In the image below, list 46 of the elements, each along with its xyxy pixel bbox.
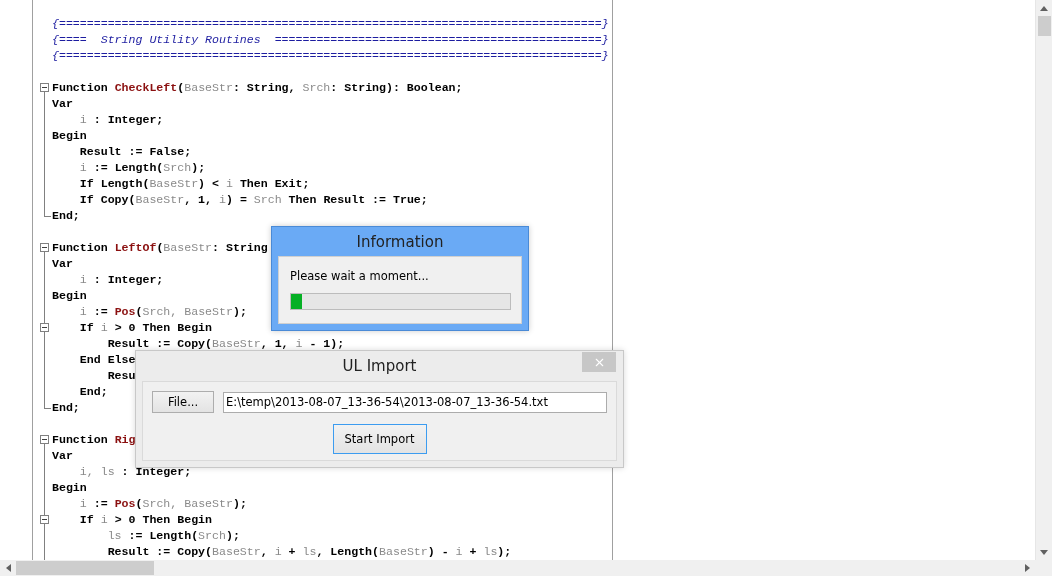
file-path-field[interactable]: E:\temp\2013-08-07_13-36-54\2013-08-07_13-36-54.txt	[223, 391, 607, 413]
code-line: i := Length(Srch);	[78, 160, 206, 176]
code-comment: {==============================================================================}	[52, 48, 609, 64]
code-line: End;	[52, 400, 80, 416]
code-line: Var	[52, 96, 73, 112]
code-comment: {==============================================================================}	[52, 16, 609, 32]
code-line: Var	[52, 448, 73, 464]
code-line: Function LeftOf(BaseStr: String	[52, 240, 268, 256]
code-line: If i > 0 Then Begin	[78, 320, 213, 336]
code-line: End Else	[78, 352, 136, 368]
code-line: i : Integer;	[78, 272, 164, 288]
vertical-scrollbar[interactable]	[1035, 0, 1052, 560]
code-line: Begin	[52, 128, 87, 144]
horizontal-scrollbar[interactable]	[0, 560, 1035, 576]
code-line: If Copy(BaseStr, 1, i) = Srch Then Result := True;	[78, 192, 428, 208]
code-line: i := Pos(Srch, BaseStr);	[78, 304, 247, 320]
code-line: Resu	[106, 368, 136, 384]
code-line: Result := False;	[78, 144, 192, 160]
dialog-title: UL Import	[342, 356, 417, 377]
start-import-button[interactable]: Start Import	[332, 424, 427, 454]
scroll-thumb[interactable]	[16, 561, 154, 575]
code-line: Result := Copy(BaseStr, 1, i - 1);	[106, 336, 345, 352]
code-line: i : Integer;	[78, 112, 164, 128]
code-line: Result := Copy(BaseStr, i + ls, Length(BaseStr) - i + ls);	[106, 544, 512, 560]
code-line: Function Rig	[52, 432, 136, 448]
code-line: If i > 0 Then Begin	[78, 512, 213, 528]
dialog-title: Information	[356, 231, 444, 253]
code-line: Begin	[52, 480, 87, 496]
code-line: ls := Length(Srch);	[106, 528, 240, 544]
collapse-icon[interactable]	[40, 515, 49, 524]
code-comment: {==== String Utility Routines ===============================================}	[52, 32, 609, 48]
code-line: Begin	[52, 288, 87, 304]
scroll-thumb[interactable]	[1037, 16, 1051, 36]
collapse-icon[interactable]	[40, 83, 49, 92]
code-line: End;	[78, 384, 108, 400]
file-button[interactable]: File...	[152, 391, 214, 413]
code-line: Function CheckLeft(BaseStr: String, Srch: String): Boolean;	[52, 80, 463, 96]
collapse-icon[interactable]	[40, 243, 49, 252]
code-line: i, ls : Integer;	[78, 464, 192, 480]
collapse-icon[interactable]	[40, 323, 49, 332]
code-line: i := Pos(Srch, BaseStr);	[78, 496, 247, 512]
code-line: If Length(BaseStr) < i Then Exit;	[78, 176, 310, 192]
wait-message: Please wait a moment...	[290, 269, 429, 283]
code-line: End;	[52, 208, 80, 224]
code-line: Var	[52, 256, 73, 272]
collapse-icon[interactable]	[40, 435, 49, 444]
